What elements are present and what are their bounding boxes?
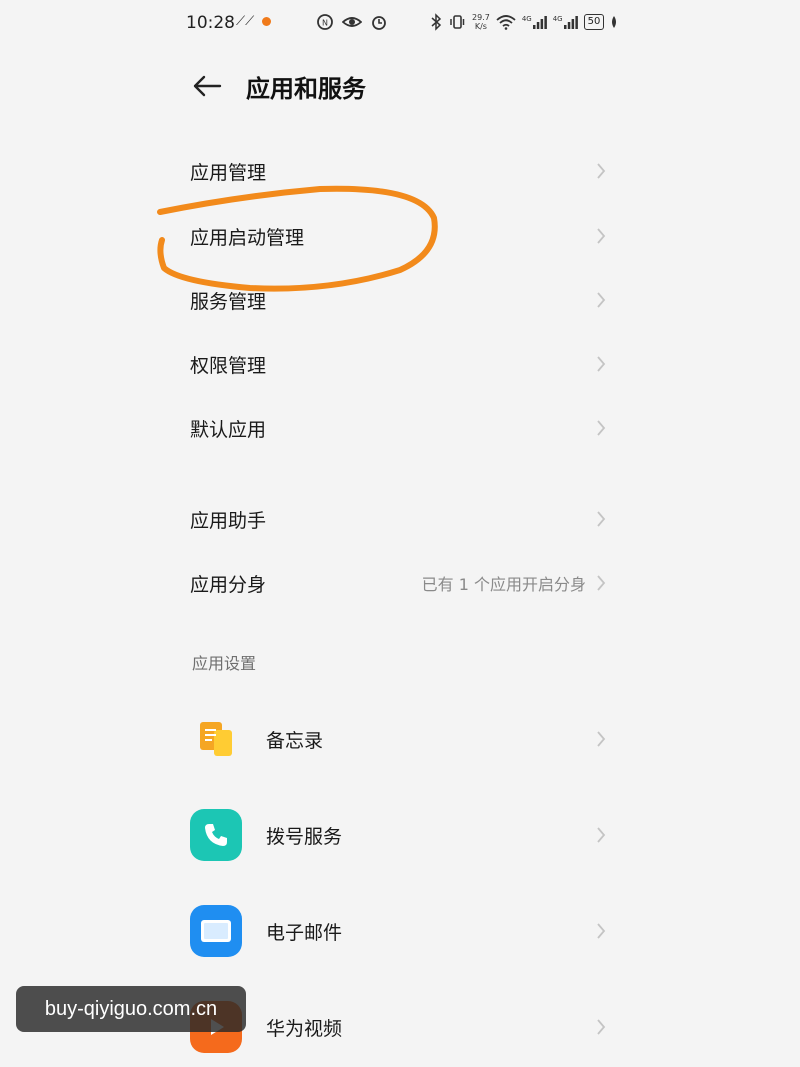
mail-icon <box>190 905 242 957</box>
battery-indicator: 50 <box>583 14 605 30</box>
menu-item-default-apps[interactable]: 默认应用 <box>190 398 610 458</box>
watermark-badge: buy-qiyiguo.com.cn <box>16 986 246 1032</box>
network-speed-unit: K/s <box>474 22 487 31</box>
chevron-right-icon <box>597 575 606 591</box>
link-icon: ⟋⟋ <box>236 14 255 29</box>
menu-item-label: 应用启动管理 <box>190 226 305 249</box>
status-bar: 10:28 ⟋⟋ N 29.7 K/s 4G 4G 50 <box>0 0 800 48</box>
chevron-right-icon <box>597 511 606 527</box>
menu-item-app-management[interactable]: 应用管理 <box>190 141 610 201</box>
network-speed: 29.7 K/s <box>472 13 490 31</box>
status-time: 10:28 <box>186 13 235 33</box>
status-right-icons: 29.7 K/s 4G 4G 50 <box>430 13 618 31</box>
eye-icon <box>342 17 362 27</box>
signal-1: 4G <box>522 15 547 29</box>
status-mid-icons: N <box>316 13 388 31</box>
menu-item-permission-management[interactable]: 权限管理 <box>190 334 610 394</box>
menu-item-label: 默认应用 <box>190 418 267 441</box>
chevron-right-icon <box>597 163 606 179</box>
chevron-right-icon <box>597 228 606 244</box>
chevron-right-icon <box>597 356 606 372</box>
chevron-right-icon <box>597 731 606 747</box>
menu-item-label: 应用分身 <box>190 573 267 596</box>
signal-bars-icon <box>563 16 578 29</box>
page-title: 应用和服务 <box>246 74 366 103</box>
memo-icon <box>190 713 242 765</box>
status-left-icons: ⟋⟋ <box>236 14 272 29</box>
signal-1-label: 4G <box>521 15 532 23</box>
chevron-right-icon <box>597 827 606 843</box>
notification-dot-icon <box>262 17 272 26</box>
menu-item-label: 应用管理 <box>190 161 267 184</box>
app-twin-status: 已有 1 个应用开启分身 <box>421 575 586 594</box>
phone-icon <box>190 809 242 861</box>
app-row-memo[interactable]: 备忘录 <box>190 699 610 779</box>
svg-text:N: N <box>322 19 328 28</box>
signal-2-label: 4G <box>552 15 563 23</box>
menu-item-service-management[interactable]: 服务管理 <box>190 270 610 330</box>
section-title-app-settings: 应用设置 <box>192 654 257 673</box>
app-row-email[interactable]: 电子邮件 <box>190 891 610 971</box>
network-speed-value: 29.7 <box>472 13 490 22</box>
menu-item-label: 服务管理 <box>190 290 267 313</box>
back-button[interactable] <box>190 69 224 103</box>
page-header: 应用和服务 <box>190 60 366 112</box>
app-label: 电子邮件 <box>266 921 343 944</box>
chevron-right-icon <box>597 923 606 939</box>
chevron-right-icon <box>597 292 606 308</box>
menu-item-app-launch-management[interactable]: 应用启动管理 <box>190 206 610 266</box>
app-row-huawei-video[interactable]: 华为视频 <box>190 987 610 1067</box>
chevron-right-icon <box>597 1019 606 1035</box>
app-label: 备忘录 <box>266 729 324 752</box>
app-label: 拨号服务 <box>266 825 343 848</box>
back-arrow-icon <box>193 75 222 97</box>
menu-item-app-twin[interactable]: 应用分身 已有 1 个应用开启分身 <box>190 553 610 613</box>
app-row-dialer-service[interactable]: 拨号服务 <box>190 795 610 875</box>
bluetooth-icon <box>431 13 442 31</box>
signal-bars-icon <box>532 16 547 29</box>
wifi-icon <box>496 15 516 30</box>
app-label: 华为视频 <box>266 1017 343 1040</box>
menu-item-label: 应用助手 <box>190 509 267 532</box>
menu-item-label: 权限管理 <box>190 354 267 377</box>
vibrate-icon <box>450 15 465 29</box>
alarm-icon <box>372 16 386 30</box>
menu-item-app-assistant[interactable]: 应用助手 <box>190 489 610 549</box>
signal-2: 4G <box>553 15 578 29</box>
chevron-right-icon <box>597 420 606 436</box>
nfc-icon: N <box>317 14 333 30</box>
leaf-icon <box>612 16 617 28</box>
